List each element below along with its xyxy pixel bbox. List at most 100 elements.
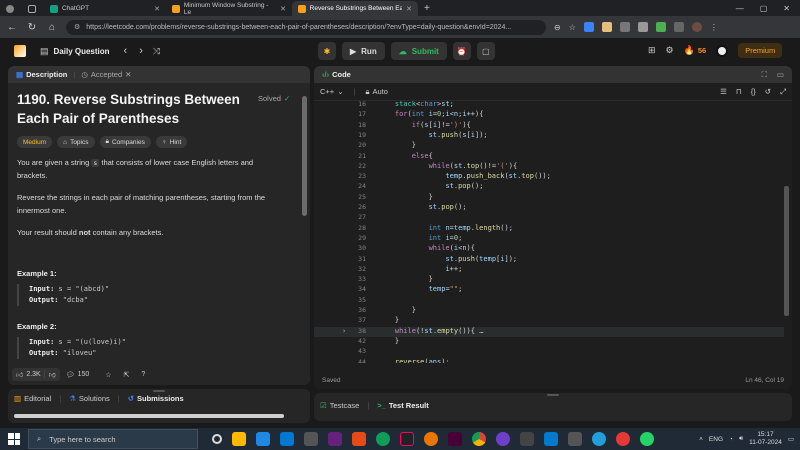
code-tab[interactable]: ‹/› Code [322, 70, 351, 79]
braces-icon[interactable]: {} [751, 87, 756, 97]
format-icon[interactable]: ☰ [720, 87, 727, 97]
language-selector[interactable]: C++ ⌄ [320, 87, 343, 96]
language-indicator[interactable]: ENG [709, 436, 723, 443]
spotify-icon[interactable] [520, 432, 534, 446]
code-line[interactable]: 42 } [314, 337, 784, 347]
code-line[interactable]: 34 temp=""; [314, 285, 784, 295]
code-line[interactable]: 30 while(i<n){ [314, 244, 784, 254]
streak-counter[interactable]: 🔥 56 [684, 45, 707, 56]
resize-handle[interactable] [153, 390, 165, 392]
timer-icon[interactable]: ⏰ [452, 42, 471, 60]
daily-question-title[interactable]: Daily Question [54, 47, 110, 56]
layout-grid-icon[interactable]: ⊞ [648, 45, 656, 56]
code-line[interactable]: 21 else{ [314, 152, 784, 162]
problem-list-icon[interactable]: ▤ [40, 46, 49, 57]
calculator-icon[interactable] [568, 432, 582, 446]
like-button[interactable]: 👍︎ 2.3K | 👎︎ [12, 368, 60, 381]
expand-icon[interactable]: ⛶ [762, 70, 767, 80]
github-icon[interactable] [496, 432, 510, 446]
code-line[interactable]: 31 st.push(temp[i]); [314, 255, 784, 265]
code-line[interactable]: 20 } [314, 141, 784, 151]
comments-button[interactable]: 💬︎ 150 [66, 371, 90, 379]
submit-button[interactable]: ☁ Submit [390, 42, 447, 60]
favorite-star-icon[interactable]: ☆ [105, 371, 111, 379]
extensions-puzzle-icon[interactable] [673, 22, 684, 32]
shuffle-icon[interactable]: ⤨ [153, 46, 160, 57]
back-arrow-icon[interactable]: ← [6, 22, 18, 33]
horizontal-scrollbar[interactable] [14, 414, 284, 418]
windows-start-icon[interactable] [8, 433, 20, 445]
taskbar-search-box[interactable]: ⌕ Type here to search [28, 429, 198, 449]
hint-chip[interactable]: ♀ Hint [155, 136, 188, 148]
refresh-icon[interactable]: ↻ [26, 22, 38, 33]
code-scrollbar[interactable] [784, 186, 789, 316]
code-line[interactable]: 44 reverse(ans); [314, 358, 784, 364]
fold-chevron-icon[interactable]: › [342, 327, 346, 335]
extension-icon[interactable] [619, 22, 630, 32]
code-line[interactable]: 27 [314, 213, 784, 223]
code-line[interactable]: 35 [314, 296, 784, 306]
code-line[interactable]: 43 [314, 347, 784, 357]
code-line[interactable]: 22 while(st.top()!='('){ [314, 162, 784, 172]
tab-overview-icon[interactable] [22, 1, 44, 16]
reset-icon[interactable]: ↺ [765, 87, 771, 97]
photos-icon[interactable] [304, 432, 318, 446]
task-view-icon[interactable] [212, 434, 222, 444]
close-tab-icon[interactable]: ✕ [125, 70, 131, 79]
vscode-icon[interactable] [544, 432, 558, 446]
close-window-icon[interactable]: ✕ [783, 4, 790, 13]
fullscreen-icon[interactable]: ⤢ [780, 87, 786, 97]
test-result-tab[interactable]: >_ Test Result [377, 401, 428, 410]
auto-complete-toggle[interactable]: 🔒︎ Auto [365, 87, 387, 97]
chrome-icon[interactable] [472, 432, 486, 446]
edge-icon[interactable] [376, 432, 390, 446]
system-tray-chevron-icon[interactable]: ˄ [699, 436, 703, 443]
code-line[interactable]: 32 i++; [314, 265, 784, 275]
help-icon[interactable]: ? [141, 371, 145, 378]
maps-icon[interactable] [616, 432, 630, 446]
vertical-scrollbar[interactable] [302, 96, 307, 216]
minimize-panel-icon[interactable]: ▭ [777, 70, 784, 80]
topics-chip[interactable]: ⌂ Topics [57, 136, 95, 148]
next-problem-icon[interactable]: › [139, 45, 143, 57]
code-line[interactable]: 36 } [314, 306, 784, 316]
leetcode-logo-icon[interactable] [14, 45, 26, 57]
browser-tab-minimum-window[interactable]: Minimum Window Substring - Le ✕ [166, 1, 292, 16]
settings-gear-icon[interactable]: ⚙ [666, 45, 674, 56]
code-line[interactable]: 24 st.pop(); [314, 182, 784, 192]
bookmark-icon[interactable]: ⊓ [736, 87, 742, 97]
code-line[interactable]: 23 temp.push_back(st.top()); [314, 172, 784, 182]
extension-icon[interactable] [655, 22, 666, 32]
run-button[interactable]: ▶ Run [342, 42, 385, 60]
code-line[interactable]: 28 int n=temp.length(); [314, 224, 784, 234]
companies-chip[interactable]: 🔒︎ Companies [99, 136, 151, 148]
accepted-tab[interactable]: ◷ Accepted ✕ [81, 70, 131, 79]
home-icon[interactable]: ⌂ [46, 22, 58, 33]
testcase-tab[interactable]: ☑ Testcase [320, 401, 359, 410]
prev-problem-icon[interactable]: ‹ [124, 45, 128, 57]
store-icon[interactable] [280, 432, 294, 446]
maximize-window-icon[interactable]: ▢ [760, 4, 768, 13]
minimize-window-icon[interactable]: — [736, 4, 744, 13]
notes-icon[interactable]: ▢ [476, 42, 495, 60]
code-line[interactable]: 38 › while(!st.empty()){ … [314, 326, 784, 337]
extension-icon[interactable] [583, 22, 594, 32]
close-tab-icon[interactable]: ✕ [406, 5, 412, 13]
thumbs-down-icon[interactable]: 👎︎ [49, 370, 56, 379]
code-line[interactable]: 17 for(int i=0;i<n;i++){ [314, 110, 784, 120]
profile-avatar-icon[interactable] [691, 22, 702, 32]
solutions-tab[interactable]: ⚗ Solutions [69, 394, 110, 403]
zoom-icon[interactable]: ⊖ [554, 23, 561, 32]
close-tab-icon[interactable]: ✕ [280, 5, 286, 13]
browser-tab-reverse-substrings[interactable]: Reverse Substrings Between Eac ✕ [292, 1, 418, 16]
dreamweaver-icon[interactable] [448, 432, 462, 446]
file-explorer-icon[interactable] [232, 432, 246, 446]
telegram-icon[interactable] [592, 432, 606, 446]
close-tab-icon[interactable]: ✕ [154, 5, 160, 13]
code-line[interactable]: 26 st.pop(); [314, 203, 784, 213]
code-line[interactable]: 25 } [314, 193, 784, 203]
url-field[interactable]: ⚙ https://leetcode.com/problems/reverse-… [66, 19, 546, 35]
code-line[interactable]: 18 if(s[i]!=')'){ [314, 121, 784, 131]
volume-icon[interactable]: 🔊︎ [739, 435, 743, 443]
browser-menu-icon[interactable]: ⋮ [710, 23, 718, 32]
